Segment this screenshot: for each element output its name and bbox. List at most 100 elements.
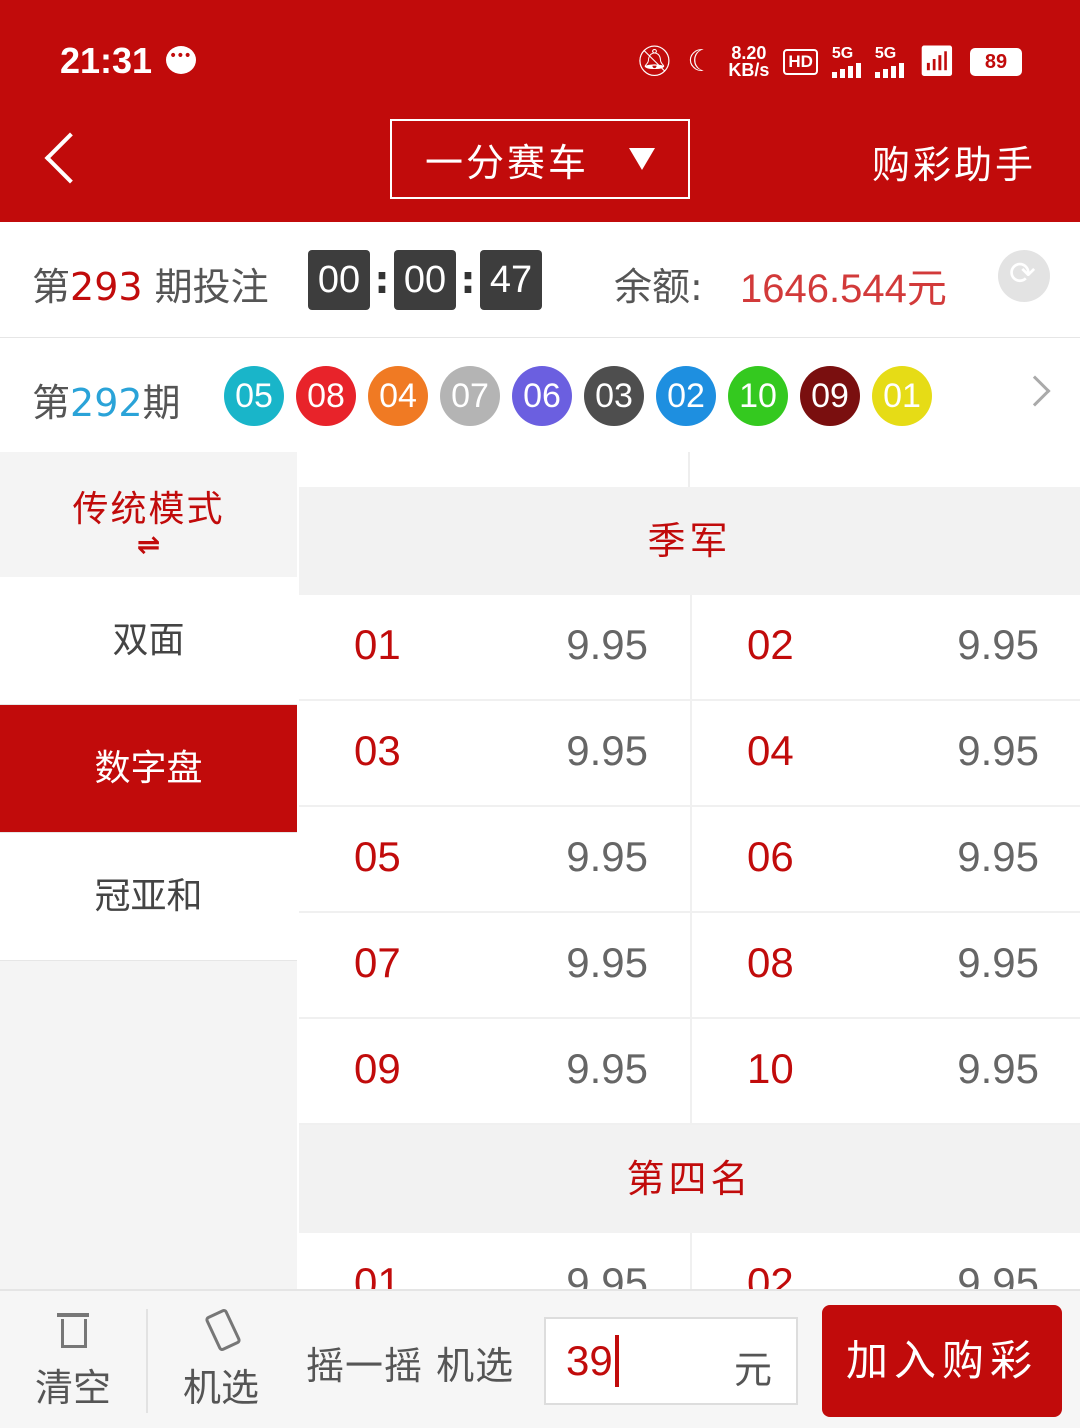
section-title: 第四名 [299,1125,1080,1233]
purchase-helper-link[interactable]: 购彩助手 [872,134,1036,189]
odds-cell[interactable]: 03 9.95 [299,701,688,805]
odds-value: 9.95 [957,621,1039,668]
bet-number: 04 [747,727,794,774]
bet-number: 02 [747,1259,794,1289]
result-ball: 06 [512,366,572,426]
odds-row: 09 9.95 10 9.95 [299,1019,1080,1125]
status-time: 21:31 [60,40,153,81]
odds-cell[interactable]: 01 9.95 [299,1233,688,1289]
result-ball: 02 [656,366,716,426]
result-ball: 07 [440,366,500,426]
add-to-cart-button[interactable]: 加入购彩 [822,1305,1062,1417]
countdown-timer: 00 : 00 : 47 [308,250,542,310]
countdown-hours: 00 [308,250,370,310]
message-notification-icon [166,46,196,74]
odds-value: 9.95 [566,1045,648,1092]
odds-cell[interactable]: 04 9.95 [690,701,1079,805]
mode-toggle[interactable]: 传统模式 ⇌ [0,452,297,577]
amount-field[interactable]: 39 元 [544,1317,798,1405]
current-period-row: 第293 期投注 00 : 00 : 47 余额: 1646.544元 [0,222,1080,338]
clear-label: 清空 [34,1366,111,1410]
last-result-row[interactable]: 第292期 05 08 04 07 06 03 02 10 09 01 [0,338,1080,452]
shake-phone-icon [203,1309,239,1349]
odds-row: 01 9.95 02 9.95 [299,595,1080,701]
result-ball: 01 [872,366,932,426]
odds-cell[interactable]: 10 9.95 [690,1019,1079,1123]
sim1-signal-icon: 5G [831,45,861,78]
odds-cell[interactable]: 02 9.95 [690,1233,1079,1289]
result-ball: 08 [296,366,356,426]
game-selector[interactable]: 一分赛车 [390,119,690,199]
trash-icon [55,1309,91,1349]
odds-value: 9.95 [566,727,648,774]
bet-number: 10 [747,1045,794,1092]
back-button[interactable] [40,132,90,188]
game-name: 一分赛车 [424,140,589,185]
balance-label: 余额: [614,265,703,309]
sim2-label: 5G [874,45,897,62]
odds-cell[interactable]: 05 9.95 [299,807,688,911]
hd-voice-icon: HD [783,49,818,75]
refresh-icon[interactable] [998,250,1050,302]
bet-number: 08 [747,939,794,986]
swap-arrows-icon: ⇌ [136,528,161,561]
odds-cell[interactable]: 01 9.95 [299,595,688,699]
result-ball: 10 [728,366,788,426]
bet-number: 05 [354,833,401,880]
network-speed: 8.20 KB/s [728,44,770,80]
random-pick-button[interactable]: 机选 [148,1291,294,1428]
sidebar-item-two-sides[interactable]: 双面 [0,577,297,705]
odds-value: 9.95 [566,621,648,668]
last-period-label: 第292期 [32,381,181,425]
result-ball: 03 [584,366,644,426]
odds-cell[interactable]: 02 9.95 [690,595,1079,699]
bet-number: 07 [354,939,401,986]
odds-row: 03 9.95 04 9.95 [299,701,1080,807]
app-header: 21:31 🔕︎ ☾ 8.20 KB/s HD 5G 5G 📶︎ 89 一分赛车 [0,0,1080,222]
bet-number: 06 [747,833,794,880]
odds-cell[interactable]: 09 9.95 [299,1019,688,1123]
section-title: 季军 [299,487,1080,595]
bet-number: 01 [354,621,401,668]
mute-bell-icon: 🔕︎ [635,45,674,78]
result-ball: 04 [368,366,428,426]
odds-value: 9.95 [566,939,648,986]
odds-cell[interactable]: 07 9.95 [299,913,688,1017]
odds-value: 9.95 [957,939,1039,986]
clear-button[interactable]: 清空 [0,1291,146,1428]
sidebar-item-number-board[interactable]: 数字盘 [0,705,297,833]
random-pick-label: 机选 [182,1366,259,1410]
moon-icon: ☾ [687,45,715,78]
sim2-signal-icon: 5G [874,45,904,78]
bet-number: 01 [354,1259,401,1289]
odds-cell[interactable]: 06 9.95 [690,807,1079,911]
odds-row: 07 9.95 08 9.95 [299,913,1080,1019]
odds-value: 9.95 [566,1259,648,1289]
status-bar: 21:31 🔕︎ ☾ 8.20 KB/s HD 5G 5G 📶︎ 89 [0,0,1080,120]
odds-value: 9.95 [566,833,648,880]
odds-value: 9.95 [957,1259,1039,1289]
previous-section-tail [299,452,1080,487]
battery-icon: 89 [970,48,1022,76]
sim1-label: 5G [831,45,854,62]
current-period-number: 293 [70,265,143,309]
bet-number: 09 [354,1045,401,1092]
caret-down-icon [629,148,655,170]
result-balls: 05 08 04 07 06 03 02 10 09 01 [224,366,932,426]
bet-number: 02 [747,621,794,668]
shake-hint: 摇一摇 机选 [306,1344,515,1388]
countdown-seconds: 47 [480,250,542,310]
network-speed-unit: KB/s [728,60,770,80]
odds-cell[interactable]: 08 9.95 [690,913,1079,1017]
amount-value[interactable]: 39 [566,1335,619,1387]
balance-value: 1646.544元 [740,267,947,311]
status-indicators: 🔕︎ ☾ 8.20 KB/s HD 5G 5G 📶︎ 89 [635,40,1022,84]
amount-unit: 元 [733,1348,772,1392]
odds-value: 9.95 [957,727,1039,774]
wifi-icon: 📶︎ [917,45,956,78]
result-ball: 09 [800,366,860,426]
countdown-minutes: 00 [394,250,456,310]
odds-grid: 季军 01 9.95 02 9.95 03 9.95 04 9.95 05 9.95 06 9.95 07… [299,452,1080,1289]
sidebar-item-top-two-sum[interactable]: 冠亚和 [0,833,297,961]
odds-value: 9.95 [957,833,1039,880]
